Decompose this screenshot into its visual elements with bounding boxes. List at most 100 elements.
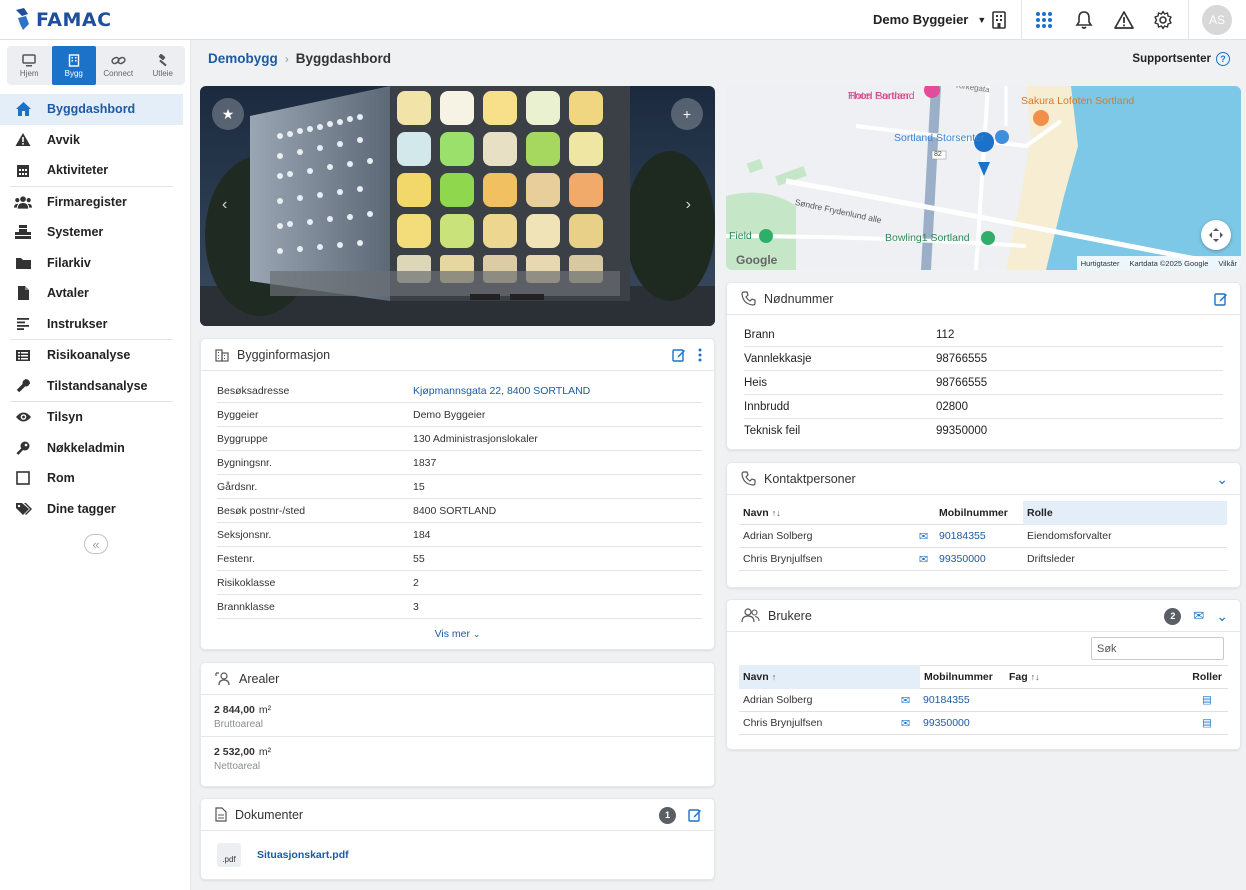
user-mobile-link[interactable]: 90184355 [923,694,1202,706]
map-shortcuts-link[interactable]: Hurtigtaster [1081,259,1120,268]
emergency-row: Vannlekkasje 98766555 [744,347,1223,371]
emergency-row: Teknisk feil 99350000 [744,419,1223,443]
photo-next-arrow[interactable]: › [686,196,691,214]
card-header: Kontaktpersoner ⌄ [727,463,1240,495]
roles-list-icon[interactable]: ▤ [1202,694,1228,706]
sidebar-item-rom[interactable]: Rom [0,463,191,494]
phone-icon [741,291,756,306]
sidebar-item-tilstandsanalyse[interactable]: Tilstandsanalyse [0,371,191,402]
sidebar-item-risikoanalyse[interactable]: Risikoanalyse [0,340,191,371]
sidebar-item-dine-tagger[interactable]: Dine tagger [0,494,191,525]
building-icon[interactable] [989,10,1009,30]
column-header-role[interactable]: Rolle [1023,500,1227,525]
info-key: Gårdsnr. [217,480,258,493]
map-footer: Hurtigtaster Kartdata ©2025 Google Vilkå… [1076,256,1241,270]
edit-icon[interactable] [1214,292,1228,306]
map-label-bowling: Bowling1 Sortland [885,232,970,244]
module-label: Utleie [152,68,173,78]
more-vertical-icon[interactable] [698,348,702,362]
chevron-down-icon[interactable]: ⌄ [1216,608,1228,625]
sidebar-item-byggdashbord[interactable]: Byggdashbord [0,94,183,125]
sidebar-item-label: Byggdashbord [47,102,136,117]
contact-name: Chris Brynjulfsen [743,553,823,565]
support-label: Supportsenter [1132,53,1211,65]
sidebar-item-systemer[interactable]: Systemer [0,217,191,248]
document-link[interactable]: Situasjonskart.pdf [257,849,349,861]
building-photo-image [200,86,715,326]
photo-prev-arrow[interactable]: ‹ [222,196,227,214]
chevron-right-icon: › [284,51,289,66]
emergency-type: Brann [744,328,775,341]
sort-icon: ↑↓ [771,507,781,518]
sidebar-item-avvik[interactable]: Avvik [0,125,191,156]
edit-icon[interactable] [672,348,686,362]
sidebar-item-instrukser[interactable]: Instrukser [0,309,191,340]
building-map[interactable]: Thon Partner Hotel Sortland Kirkegata Sa… [726,86,1241,270]
map-image [726,86,1241,270]
sidebar-item-avtaler[interactable]: Avtaler [0,278,191,309]
emergency-table: Brann 112 Vannlekkasje 98766555 Heis 987665… [727,315,1240,443]
info-value: 130 Administrasjonslokaler [413,432,538,445]
add-photo-button[interactable]: + [671,98,703,130]
phone-icon [741,471,756,486]
collapse-sidebar-button[interactable]: « [84,534,108,554]
famac-logo[interactable]: FAMAC [14,7,112,33]
email-icon[interactable]: ✉ [901,694,923,707]
users-search-input[interactable]: Søk [1091,637,1224,660]
user-avatar[interactable]: AS [1202,5,1232,35]
column-header-discipline[interactable]: Fag ↑↓ [1009,671,1188,683]
map-fullscreen-button[interactable] [1201,220,1231,250]
contact-mobile-link[interactable]: 99350000 [939,553,1027,565]
card-title: Nødnummer [764,291,834,306]
sidebar-item-label: Avvik [47,132,80,147]
visit-address-link[interactable]: Kjøpmannsgata 22, 8400 SORTLAND [413,385,590,397]
table-header: Navn ↑ Mobilnummer Fag ↑↓ Roller [739,665,1228,689]
module-connect[interactable]: Connect [96,46,141,85]
module-label: Hjem [19,68,39,78]
email-all-icon[interactable]: ✉ [1193,608,1204,624]
map-terms-link[interactable]: Vilkår [1218,259,1237,268]
people-icon [14,196,32,209]
roles-list-icon[interactable]: ▤ [1202,717,1228,729]
link-icon [111,56,126,64]
module-hjem[interactable]: Hjem [7,46,52,85]
module-utleie[interactable]: Utleie [141,46,186,85]
sidebar-item-aktiviteter[interactable]: Aktiviteter [0,155,191,186]
emergency-row: Innbrudd 02800 [744,395,1223,419]
contact-mobile-link[interactable]: 90184355 [939,530,1027,542]
show-more-button[interactable]: Vis mer ⌄ [201,628,714,640]
support-center-link[interactable]: Supportsenter ? [1132,52,1230,66]
folder-icon [15,257,31,269]
column-label: Navn [743,671,769,683]
eye-icon [15,412,31,422]
app-grid-icon[interactable] [1034,10,1054,30]
area-label: Bruttoareal [214,719,263,730]
card-header: Bygginformasjon [201,339,714,371]
info-row: Risikoklasse 2 [217,571,702,595]
edit-icon[interactable] [688,808,702,822]
breadcrumb-link-building[interactable]: Demobygg [208,51,278,66]
module-bygg[interactable]: Bygg [51,46,96,85]
warning-icon[interactable] [1114,10,1134,30]
email-icon[interactable]: ✉ [901,717,923,730]
sidebar-item-tilsyn[interactable]: Tilsyn [0,402,191,433]
info-key: Risikoklasse [217,576,276,589]
document-icon [215,807,227,822]
sidebar-item-filarkiv[interactable]: Filarkiv [0,248,191,279]
building-owner-select[interactable]: Demo Byggeier ▼ [873,12,986,27]
bell-icon[interactable] [1074,10,1094,30]
info-key: Seksjonsnr. [217,528,272,541]
sidebar-item-nokkeladmin[interactable]: Nøkkeladmin [0,433,191,464]
favorite-star-button[interactable]: ★ [212,98,244,130]
user-mobile-link[interactable]: 99350000 [923,717,1202,729]
card-title: Bygginformasjon [237,347,331,362]
column-header-name[interactable]: Navn ↑ [739,665,920,689]
chevron-down-icon[interactable]: ⌄ [1216,471,1228,488]
email-icon[interactable]: ✉ [919,530,939,543]
settings-gear-icon[interactable] [1153,10,1173,30]
sidebar-item-firmaregister[interactable]: Firmaregister [0,187,191,218]
column-header-name[interactable]: Navn ↑↓ [739,507,939,519]
user-name: Chris Brynjulfsen [743,717,823,729]
email-icon[interactable]: ✉ [919,553,939,566]
info-row: Gårdsnr. 15 [217,475,702,499]
